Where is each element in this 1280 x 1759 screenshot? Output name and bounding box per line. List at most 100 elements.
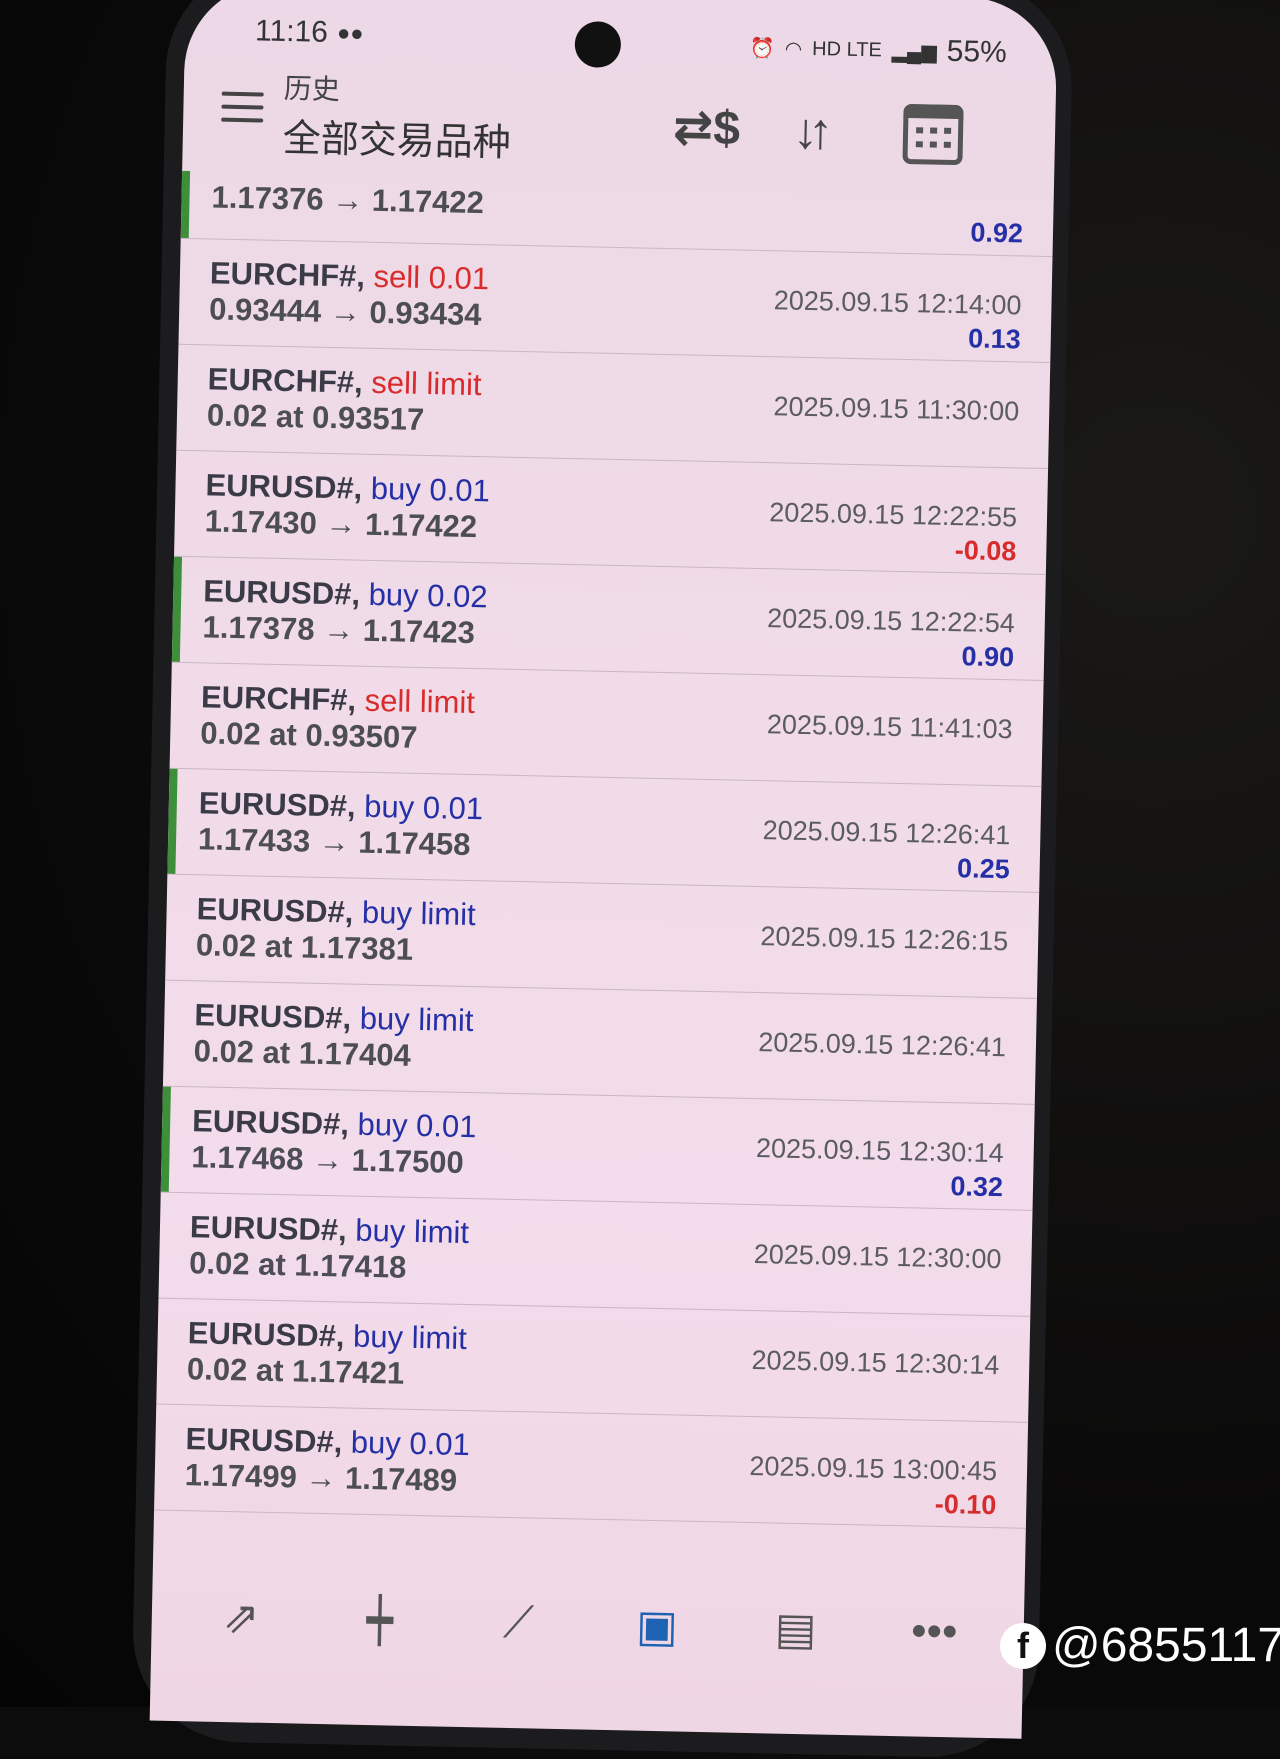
- symbol-label: EURUSD#,: [194, 997, 361, 1036]
- quotes-icon[interactable]: ⇗: [195, 1581, 286, 1653]
- order-time: 2025.09.15 12:30:00: [753, 1239, 1002, 1275]
- row-title: EURUSD#, buy 0.01: [205, 467, 490, 509]
- order-time: 2025.09.15 12:14:00: [773, 285, 1022, 321]
- order-time: 2025.09.15 11:41:03: [766, 709, 1013, 745]
- closed-position-bar: [176, 345, 186, 450]
- closed-position-bar: [180, 170, 191, 238]
- price-detail: 1.17378 → 1.17423: [202, 609, 476, 651]
- order-time: 2025.09.15 11:30:00: [773, 391, 1020, 427]
- closed-position-bar: [171, 556, 183, 662]
- row-title: EURUSD#, buy 0.01: [192, 1103, 477, 1145]
- price-detail: 0.93444 → 0.93434: [208, 291, 482, 333]
- price-detail: 0.02 at 0.93507: [199, 715, 418, 755]
- symbol-label: EURUSD#,: [191, 1103, 358, 1142]
- sort-icon[interactable]: ↓↑: [792, 102, 824, 163]
- history-row[interactable]: EURCHF#, sell 0.01 0.93444 → 0.93434 2025.…: [178, 238, 1053, 364]
- order-time: 2025.09.15 13:00:45: [749, 1450, 998, 1487]
- row-title: EURUSD#, buy limit: [190, 1209, 470, 1251]
- order-time: 2025.09.15 12:26:41: [757, 1027, 1007, 1063]
- front-camera: [574, 21, 622, 68]
- price-detail: 1.17433 → 1.17458: [197, 821, 471, 863]
- page-title[interactable]: 全部交易品种: [282, 107, 511, 167]
- order-action: sell limit: [371, 364, 482, 403]
- order-time: 2025.09.15 12:22:54: [766, 603, 1016, 639]
- symbol-label: EURUSD#,: [198, 785, 365, 824]
- signal-icon: ▂▄▆: [891, 40, 937, 64]
- row-title: EURUSD#, buy limit: [196, 891, 476, 933]
- profit-value: -0.10: [934, 1488, 997, 1521]
- symbol-label: EURUSD#,: [185, 1421, 352, 1460]
- history-row[interactable]: EURUSD#, buy 0.01 1.17468 → 1.17500 2025.0…: [160, 1086, 1035, 1211]
- order-time: 2025.09.15 12:26:15: [760, 921, 1009, 957]
- history-row[interactable]: EURUSD#, buy 0.01 1.17433 → 1.17458 2025.0…: [167, 768, 1042, 893]
- row-title: EURUSD#, buy limit: [194, 997, 474, 1039]
- order-action: buy 0.01: [357, 1106, 477, 1145]
- order-action: buy limit: [359, 1000, 474, 1039]
- history-row[interactable]: EURUSD#, buy 0.01 1.17430 → 1.17422 2025.0…: [174, 450, 1049, 576]
- price-detail: 1.17376 → 1.17422: [211, 179, 485, 221]
- wifi-icon: ◠: [784, 37, 803, 61]
- page-subtitle: 历史: [283, 71, 341, 107]
- history-row[interactable]: EURUSD#, buy 0.01 1.17499 → 1.17489 2025.0…: [154, 1404, 1029, 1529]
- price-detail: 1.17499 → 1.17489: [184, 1457, 458, 1498]
- closed-position-bar: [163, 981, 173, 1086]
- row-title: EURCHF#, sell limit: [201, 679, 476, 721]
- closed-position-bar: [154, 1405, 164, 1510]
- profit-value: 0.90: [961, 641, 1015, 673]
- messages-icon[interactable]: •••: [889, 1596, 980, 1668]
- order-action: buy limit: [361, 894, 477, 933]
- order-action: buy 0.01: [350, 1424, 471, 1463]
- bottom-navigation: ⇗ ┿ ⟋ ▣ ▤ •••: [150, 1581, 1024, 1719]
- app-header: 历史 全部交易品种 ⇄$ ↓↑: [182, 61, 1056, 189]
- order-time: 2025.09.15 12:30:14: [755, 1133, 1005, 1169]
- wechat-icon: ●●: [336, 20, 364, 46]
- dollar-exchange-icon[interactable]: ⇄$: [672, 99, 741, 160]
- price-detail: 0.02 at 0.93517: [206, 397, 425, 437]
- price-detail: 1.17468 → 1.17500: [191, 1139, 465, 1180]
- history-row[interactable]: EURUSD#, buy limit 0.02 at 1.17381 2025.09…: [165, 874, 1040, 999]
- history-row[interactable]: EURCHF#, sell limit 0.02 at 0.93507 2025.0…: [169, 662, 1044, 787]
- history-row[interactable]: EURUSD#, buy 0.02 1.17378 → 1.17423 2025.0…: [171, 556, 1046, 681]
- history-row[interactable]: EURCHF#, sell limit 0.02 at 0.93517 2025.0…: [176, 344, 1051, 470]
- order-time: 2025.09.15 12:22:55: [769, 497, 1018, 533]
- order-action: buy limit: [354, 1212, 470, 1251]
- history-row[interactable]: EURUSD#, buy limit 0.02 at 1.17418 2025.09…: [158, 1192, 1033, 1317]
- row-title: EURCHF#, sell 0.01: [210, 255, 490, 297]
- trade-icon[interactable]: ⟋: [473, 1587, 564, 1659]
- history-list: 1.17376 → 1.17422 0.92 EURCHF#, sell 0.01 0…: [154, 170, 1054, 1529]
- chart-icon[interactable]: ┿: [334, 1584, 425, 1656]
- closed-position-bar: [160, 1086, 171, 1192]
- symbol-label: EURCHF#,: [207, 361, 372, 400]
- profit-value: 0.92: [970, 217, 1024, 249]
- menu-icon[interactable]: [221, 91, 264, 127]
- row-title: EURUSD#, buy 0.02: [203, 573, 488, 615]
- symbol-label: EURCHF#,: [200, 679, 366, 718]
- closed-position-bar: [159, 1193, 169, 1298]
- closed-position-bar: [178, 239, 188, 344]
- order-action: buy 0.01: [363, 788, 484, 827]
- row-title: EURUSD#, buy 0.01: [185, 1421, 470, 1463]
- profit-value: -0.08: [954, 535, 1017, 567]
- row-title: EURCHF#, sell limit: [207, 361, 482, 403]
- order-action: buy limit: [352, 1318, 468, 1357]
- calendar-icon[interactable]: [902, 103, 964, 166]
- price-detail: 0.02 at 1.17421: [186, 1351, 405, 1391]
- closed-position-bar: [170, 663, 180, 768]
- symbol-label: EURUSD#,: [196, 891, 363, 930]
- profit-value: 0.32: [950, 1171, 1004, 1203]
- order-time: 2025.09.15 12:26:41: [762, 815, 1011, 851]
- history-icon[interactable]: ▣: [611, 1590, 702, 1662]
- row-title: EURUSD#, buy limit: [187, 1315, 467, 1357]
- closed-position-bar: [165, 875, 175, 980]
- symbol-label: EURUSD#,: [205, 467, 372, 506]
- watermark-text: @6855117: [1052, 1619, 1280, 1672]
- price-detail: 0.02 at 1.17404: [193, 1033, 412, 1073]
- profit-value: 0.13: [967, 323, 1022, 355]
- news-icon[interactable]: ▤: [750, 1593, 841, 1665]
- history-row[interactable]: EURUSD#, buy limit 0.02 at 1.17421 2025.09…: [156, 1298, 1031, 1423]
- row-title: EURUSD#, buy 0.01: [198, 785, 484, 827]
- history-row[interactable]: EURUSD#, buy limit 0.02 at 1.17404 2025.09…: [162, 980, 1037, 1105]
- facebook-icon: f: [1000, 1622, 1046, 1669]
- symbol-label: EURUSD#,: [189, 1209, 356, 1248]
- symbol-label: EURCHF#,: [209, 255, 374, 294]
